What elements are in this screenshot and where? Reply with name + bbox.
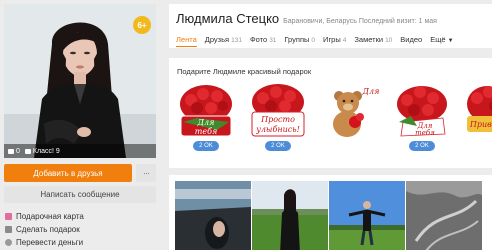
side-link-send-money[interactable]: Перевести деньги <box>4 236 156 249</box>
photo-thumbnail[interactable] <box>252 181 328 250</box>
tab-label: Игры <box>323 35 341 44</box>
gifts-list: Для тебя 2 OK Просто улыбнись! 2 OK Для … <box>177 82 492 151</box>
side-link-label: Перевести деньги <box>16 238 84 247</box>
tab-count: 31 <box>269 37 277 44</box>
tab-label: Друзья <box>204 35 230 44</box>
photos-list <box>175 181 492 250</box>
gift-item[interactable]: Просто улыбнись! 2 OK <box>249 82 307 151</box>
age-badge: 6+ <box>133 16 151 34</box>
gift-caption: улыбнись! <box>255 125 300 134</box>
profile-header: Людмила Стецко Барановичи, Беларусь Посл… <box>169 4 492 48</box>
tab-label: Заметки <box>354 35 384 44</box>
tab-notes[interactable]: Заметки 10 <box>354 35 392 47</box>
side-links: Подарочная карта Сделать подарок Перевес… <box>4 210 156 249</box>
write-message-button[interactable]: Написать сообщение <box>4 186 156 203</box>
klass-label: Класс! 9 <box>32 147 60 155</box>
gift-caption: тебя <box>195 127 218 136</box>
money-icon <box>5 239 12 246</box>
tab-label: Группы <box>284 35 310 44</box>
gift-icon <box>5 226 12 233</box>
tab-photos[interactable]: Фото 31 <box>250 35 276 47</box>
avatar-stats: 0 Класс! 9 <box>4 144 156 158</box>
tab-feed[interactable]: Лента <box>176 35 197 47</box>
side-link-label: Подарочная карта <box>16 212 84 221</box>
tab-count: 10 <box>385 37 393 44</box>
gift-item[interactable]: Для тебя 2 OK <box>393 82 451 151</box>
side-link-make-gift[interactable]: Сделать подарок <box>4 223 156 236</box>
gift-price-button[interactable]: 2 OK <box>193 141 219 151</box>
photo-thumbnail[interactable] <box>406 181 482 250</box>
comments-count: 0 <box>16 147 20 155</box>
tab-count: 131 <box>231 37 242 44</box>
tab-video[interactable]: Видео <box>400 35 422 47</box>
gift-item[interactable]: Привет <box>465 82 492 151</box>
photos-section <box>169 175 492 250</box>
gift-item[interactable]: Для <box>321 82 379 151</box>
tab-label: Лента <box>176 35 197 44</box>
gift-caption: Для <box>362 87 379 96</box>
profile-name[interactable]: Людмила Стецко <box>176 11 279 26</box>
tab-count: 4 <box>342 37 347 44</box>
roses-gift-image[interactable]: Для тебя <box>393 82 451 138</box>
gift-caption: Привет <box>469 120 492 129</box>
teddy-bear-gift-image[interactable]: Для <box>321 82 379 138</box>
profile-meta: Барановичи, Беларусь Последний визит: 1 … <box>283 18 437 25</box>
profile-tabs: Лента Друзья 131 Фото 31 Группы 0 Игры 4 Зам… <box>176 35 492 47</box>
photo-thumbnail[interactable] <box>175 181 251 250</box>
roses-gift-image[interactable]: Просто улыбнись! <box>249 82 307 138</box>
profile-actions: Добавить в друзья ··· <box>4 164 156 182</box>
roses-gift-image[interactable]: Для тебя <box>177 82 235 138</box>
tab-count: 0 <box>311 37 316 44</box>
tab-label: Видео <box>400 35 423 44</box>
main-column: Людмила Стецко Барановичи, Беларусь Посл… <box>169 4 492 250</box>
gifts-title: Подарите Людмиле красивый подарок <box>177 67 312 76</box>
tab-groups[interactable]: Группы 0 <box>284 35 315 47</box>
photo-thumbnail[interactable] <box>329 181 405 250</box>
left-column: 6+ 0 Класс! 9 Добавить в друзья ··· Напи… <box>4 4 156 249</box>
gift-price-button[interactable]: 2 OK <box>409 141 435 151</box>
gift-card-icon <box>5 213 12 220</box>
tab-label: Ещё <box>430 35 446 44</box>
add-friend-button[interactable]: Добавить в друзья <box>4 164 132 182</box>
tab-more[interactable]: Ещё ▼ <box>430 35 453 47</box>
klass-stat[interactable]: Класс! 9 <box>24 147 60 155</box>
gifts-section: Подарите Людмиле красивый подарок Для те… <box>169 58 492 168</box>
more-actions-button[interactable]: ··· <box>136 164 156 182</box>
comment-icon <box>8 148 14 154</box>
gift-caption: Для <box>197 118 215 127</box>
like-icon <box>24 148 31 154</box>
gift-caption: тебя <box>415 129 435 137</box>
side-link-label: Сделать подарок <box>16 225 80 234</box>
roses-gift-image[interactable]: Привет <box>465 82 492 138</box>
tab-games[interactable]: Игры 4 <box>323 35 346 47</box>
tab-label: Фото <box>249 35 268 44</box>
comments-stat[interactable]: 0 <box>8 148 20 155</box>
gift-price-button[interactable]: 2 OK <box>265 141 291 151</box>
gift-item[interactable]: Для тебя 2 OK <box>177 82 235 151</box>
tab-friends[interactable]: Друзья 131 <box>205 35 242 47</box>
avatar[interactable]: 6+ 0 Класс! 9 <box>4 4 156 158</box>
gift-caption: Просто <box>260 115 295 124</box>
side-link-gift-card[interactable]: Подарочная карта <box>4 210 156 223</box>
chevron-down-icon: ▼ <box>447 38 454 44</box>
